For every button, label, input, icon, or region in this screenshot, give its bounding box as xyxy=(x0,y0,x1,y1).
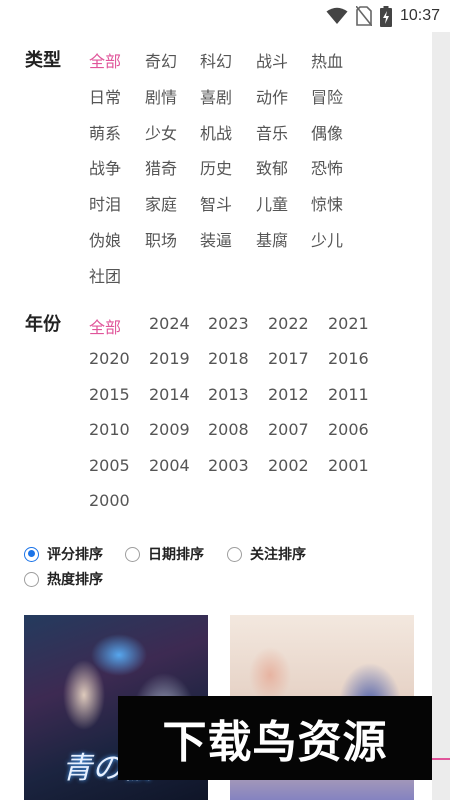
main-panel: 类型 全部 奇幻 科幻 战斗 热血 日常 剧情 喜剧 动作 冒险 萌系 少女 机战 音乐 偶像 战争 猎奇 历史致… xyxy=(0,32,432,800)
genre-option[interactable]: 科幻 xyxy=(200,48,232,72)
year-filter-label: 年份 xyxy=(25,314,61,335)
battery-charging-icon xyxy=(379,5,392,27)
genre-option[interactable]: 社团 xyxy=(89,263,121,287)
year-option[interactable]: 2007 xyxy=(268,420,309,439)
genre-option[interactable]: 少女 xyxy=(145,120,177,144)
genre-option[interactable]: 战争 xyxy=(89,155,121,179)
genre-option[interactable]: 机战 xyxy=(200,120,232,144)
genre-option[interactable]: 职场 xyxy=(145,227,177,251)
year-option[interactable]: 2006 xyxy=(328,420,369,439)
genre-option[interactable]: 喜剧 xyxy=(200,84,232,108)
watermark-banner: 下载鸟资源 xyxy=(118,696,432,780)
status-bar: 10:37 xyxy=(0,0,450,32)
clock: 10:37 xyxy=(399,7,440,24)
year-option[interactable]: 2012 xyxy=(268,385,309,404)
radio-circle-icon[interactable] xyxy=(227,546,242,562)
genre-option[interactable]: 剧情 xyxy=(145,84,177,108)
year-option[interactable]: 2017 xyxy=(268,349,309,368)
year-option[interactable]: 2016 xyxy=(328,349,369,368)
sort-radio[interactable]: 日期排序 xyxy=(125,544,204,564)
year-option[interactable]: 2013 xyxy=(208,385,249,404)
sort-radio-label: 评分排序 xyxy=(47,547,103,563)
year-option[interactable]: 2009 xyxy=(149,420,190,439)
year-option[interactable]: 2020 xyxy=(89,349,130,368)
year-option[interactable]: 2019 xyxy=(149,349,190,368)
genre-option[interactable]: 猎奇 xyxy=(145,155,177,179)
status-icons: 10:37 xyxy=(326,5,440,27)
sort-radio-label: 日期排序 xyxy=(148,547,204,563)
year-option[interactable]: 2021 xyxy=(328,314,369,333)
year-option[interactable]: 2001 xyxy=(328,456,369,475)
genre-option[interactable]: 动作 xyxy=(256,84,288,108)
genre-option[interactable]: 少儿 xyxy=(311,227,343,251)
genre-filter-label: 类型 xyxy=(25,50,61,71)
year-option[interactable]: 全部 xyxy=(89,314,121,338)
sort-options: 评分排序 日期排序 关注排序热度排序 xyxy=(24,544,424,594)
radio-circle-icon[interactable] xyxy=(125,546,140,562)
genre-option[interactable]: 恐怖 xyxy=(311,155,343,179)
genre-option[interactable]: 战斗 xyxy=(256,48,288,72)
genre-option[interactable]: 时泪 xyxy=(89,191,121,215)
genre-option[interactable]: 致郁 xyxy=(256,155,288,179)
year-option[interactable]: 2023 xyxy=(208,314,249,333)
genre-option[interactable]: 冒险 xyxy=(311,84,343,108)
genre-option[interactable]: 奇幻 xyxy=(145,48,177,72)
year-option[interactable]: 2002 xyxy=(268,456,309,475)
wifi-icon xyxy=(326,7,348,25)
year-option[interactable]: 2003 xyxy=(208,456,249,475)
genre-option[interactable]: 萌系 xyxy=(89,120,121,144)
year-option[interactable]: 2011 xyxy=(328,385,369,404)
sort-radio[interactable]: 关注排序 xyxy=(227,544,306,564)
genre-option[interactable]: 装逼 xyxy=(200,227,232,251)
year-option[interactable]: 2010 xyxy=(89,420,130,439)
sort-radio[interactable]: 评分排序 xyxy=(24,544,103,564)
year-option[interactable]: 2000 xyxy=(89,491,130,510)
year-option[interactable]: 2024 xyxy=(149,314,190,333)
sort-radio-label: 热度排序 xyxy=(47,572,103,588)
year-option[interactable]: 2008 xyxy=(208,420,249,439)
genre-option[interactable]: 历史 xyxy=(200,155,232,179)
year-option[interactable]: 2022 xyxy=(268,314,309,333)
sort-radio[interactable]: 热度排序 xyxy=(24,569,103,589)
genre-option[interactable]: 家庭 xyxy=(145,191,177,215)
genre-option[interactable]: 日常 xyxy=(89,84,121,108)
year-option[interactable]: 2004 xyxy=(149,456,190,475)
genre-option[interactable]: 全部 xyxy=(89,48,121,72)
genre-option[interactable]: 儿童 xyxy=(256,191,288,215)
year-option[interactable]: 2005 xyxy=(89,456,130,475)
year-option[interactable]: 2015 xyxy=(89,385,130,404)
genre-option[interactable]: 偶像 xyxy=(311,120,343,144)
year-option[interactable]: 2014 xyxy=(149,385,190,404)
genre-option[interactable]: 音乐 xyxy=(256,120,288,144)
sort-radio-label: 关注排序 xyxy=(250,547,306,563)
genre-option[interactable]: 基腐 xyxy=(256,227,288,251)
radio-circle-icon[interactable] xyxy=(24,546,39,562)
no-sim-icon xyxy=(355,6,372,26)
radio-circle-icon[interactable] xyxy=(24,571,39,587)
genre-option[interactable]: 伪娘 xyxy=(89,227,121,251)
genre-option[interactable]: 智斗 xyxy=(200,191,232,215)
genre-option[interactable]: 热血 xyxy=(311,48,343,72)
accent-line xyxy=(432,758,450,760)
watermark-text: 下载鸟资源 xyxy=(162,717,388,768)
genre-option[interactable]: 惊悚 xyxy=(311,191,343,215)
year-option[interactable]: 2018 xyxy=(208,349,249,368)
